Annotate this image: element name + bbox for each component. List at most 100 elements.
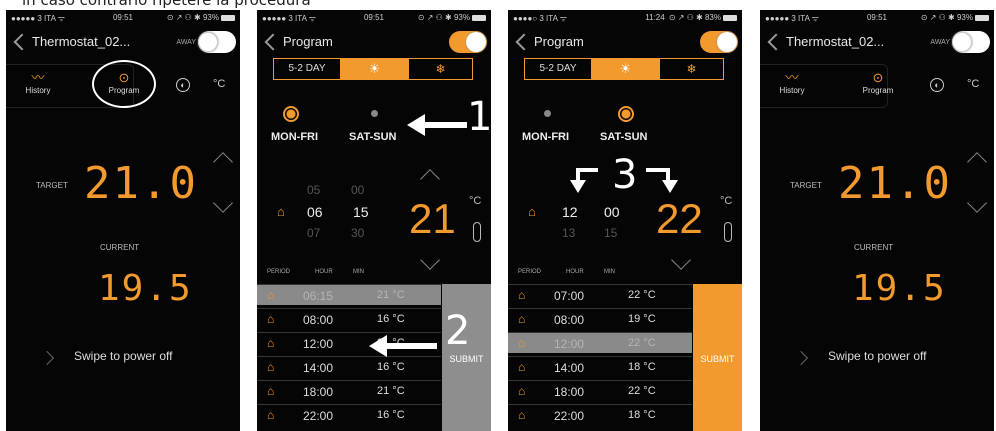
status-icons: ⊙ ↗ ⚇ ✱ 83% <box>669 13 737 22</box>
home-icon: ⌂ <box>518 288 526 302</box>
radio-sat-sun[interactable] <box>618 106 634 122</box>
min-prev: 00 <box>351 183 365 197</box>
temp-down-icon[interactable] <box>420 250 440 270</box>
battery-icon <box>221 14 235 21</box>
tab-bar: 〰 History ⊙ Program ◐ °C <box>6 60 240 114</box>
tab-history[interactable]: 〰 History <box>10 70 66 95</box>
temp-up-icon[interactable] <box>420 169 440 189</box>
hour-prev: 05 <box>307 183 321 197</box>
min-next: 30 <box>351 226 365 240</box>
home-icon: ⌂ <box>267 336 275 350</box>
min-value[interactable]: 15 <box>353 204 369 220</box>
mon-fri-label: MON-FRI <box>271 131 319 143</box>
mon-fri-label: MON-FRI <box>522 131 570 143</box>
schedule-row[interactable]: ⌂ 07:00 22 °C <box>508 284 692 305</box>
away-label: AWAY <box>176 39 196 46</box>
decrease-arrow-icon[interactable] <box>213 193 233 213</box>
sat-sun-label: SAT-SUN <box>349 131 397 143</box>
compass-icon[interactable]: ◐ <box>176 78 190 92</box>
schedule-row[interactable]: ⌂ 18:00 21 °C <box>257 380 441 401</box>
toggle-knob <box>717 32 737 52</box>
back-icon[interactable] <box>264 33 282 51</box>
back-icon[interactable] <box>767 33 785 51</box>
sat-sun-label: SAT-SUN <box>600 131 648 143</box>
toggle-knob <box>466 32 486 52</box>
tab-5-2-day[interactable]: 5-2 DAY <box>274 59 340 79</box>
chevron-right-icon <box>39 350 55 366</box>
schedule-row[interactable]: ⌂ 06:15 21 °C <box>257 284 441 305</box>
schedule-row[interactable]: ⌂ 08:00 19 °C <box>508 308 692 329</box>
thermometer-icon <box>473 222 481 242</box>
increase-arrow-icon[interactable] <box>967 152 987 172</box>
mode-selector: 5-2 DAY ☀ ❄ <box>524 58 724 80</box>
program-screen: ●●●●● 3 ITA ᯤ 09:51 ⊙ ↗ ⚇ ✱ 93% Program … <box>257 10 491 431</box>
submit-button[interactable]: SUBMIT <box>442 284 491 431</box>
program-toggle[interactable] <box>449 31 487 53</box>
hour-header: HOUR <box>566 269 584 275</box>
radio-mon-fri[interactable] <box>544 110 551 117</box>
schedule-row[interactable]: ⌂ 22:00 16 °C <box>257 404 441 425</box>
snowflake-icon[interactable]: ❄ <box>408 59 472 79</box>
history-icon: 〰 <box>31 70 45 85</box>
schedule-row[interactable]: ⌂ 12:00 22 °C <box>508 332 692 353</box>
min-header: MIN <box>353 269 364 275</box>
home-icon: ⌂ <box>518 360 526 374</box>
home-icon: ⌂ <box>277 204 285 219</box>
annotation-arrowhead-right <box>662 180 678 193</box>
tab-5-2-day[interactable]: 5-2 DAY <box>525 59 591 79</box>
unit-label: °C <box>967 78 980 90</box>
tab-history-label: History <box>25 86 51 95</box>
snowflake-icon[interactable]: ❄ <box>659 59 723 79</box>
battery-icon <box>472 14 486 21</box>
navbar: Program <box>257 28 491 62</box>
submit-button[interactable]: SUBMIT <box>693 284 742 431</box>
program-toggle[interactable] <box>700 31 738 53</box>
current-label: CURRENT <box>854 243 894 252</box>
target-value: 21.0 <box>838 158 952 209</box>
battery-icon <box>723 14 737 21</box>
temp-value: 22 <box>656 195 703 242</box>
radio-sat-sun[interactable] <box>371 110 378 117</box>
target-label: TARGET <box>790 181 822 190</box>
schedule-row[interactable]: ⌂ 14:00 16 °C <box>257 356 441 377</box>
sun-icon[interactable]: ☀ <box>591 59 659 79</box>
temp-down-icon[interactable] <box>671 250 691 270</box>
home-icon: ⌂ <box>267 288 275 302</box>
target-label: TARGET <box>36 181 68 190</box>
increase-arrow-icon[interactable] <box>213 152 233 172</box>
program-screen: ●●●●○ 3 ITA ᯤ 11:24 ⊙ ↗ ⚇ ✱ 83% Program … <box>508 10 742 431</box>
back-icon[interactable] <box>13 33 31 51</box>
status-bar: ●●●●● 3 ITA ᯤ 09:51 ⊙ ↗ ⚇ ✱ 93% <box>6 10 240 26</box>
decrease-arrow-icon[interactable] <box>967 193 987 213</box>
schedule-row[interactable]: ⌂ 14:00 18 °C <box>508 356 692 377</box>
min-next: 15 <box>604 226 618 240</box>
swipe-to-power-off[interactable]: Swipe to power off <box>74 349 173 363</box>
tab-history[interactable]: 〰 History <box>764 70 820 95</box>
compass-icon[interactable]: ◐ <box>930 78 944 92</box>
schedule-row[interactable]: ⌂ 22:00 18 °C <box>508 404 692 425</box>
thermostat-screen: ●●●●● 3 ITA ᯤ 09:51 ⊙ ↗ ⚇ ✱ 93% Thermost… <box>6 10 240 431</box>
caption: in caso contrario ripetere la procedura <box>22 0 311 9</box>
annotation-1: 1 <box>467 94 491 140</box>
back-icon[interactable] <box>515 33 533 51</box>
unit-label: °C <box>469 195 482 207</box>
min-header: MIN <box>604 269 615 275</box>
radio-mon-fri[interactable] <box>283 106 299 122</box>
tab-program-label: Program <box>862 86 894 95</box>
home-icon: ⌂ <box>518 312 526 326</box>
sun-icon[interactable]: ☀ <box>340 59 408 79</box>
schedule-row[interactable]: ⌂ 18:00 22 °C <box>508 380 692 401</box>
schedule-list: ⌂06:1521 °C ⌂08:0016 °C ⌂12:0021 °C ⌂14:… <box>257 284 441 431</box>
tab-program[interactable]: ⊙ Program <box>850 70 906 95</box>
swipe-to-power-off[interactable]: Swipe to power off <box>828 349 927 363</box>
schedule-row[interactable]: ⌂ 08:00 16 °C <box>257 308 441 329</box>
away-toggle[interactable] <box>198 31 236 53</box>
thermostat-screen: ●●●●● 3 ITA ᯤ 09:51 ⊙ ↗ ⚇ ✱ 93% Thermost… <box>760 10 994 431</box>
hour-value[interactable]: 06 <box>307 204 323 220</box>
status-icons: ⊙ ↗ ⚇ ✱ 93% <box>418 13 486 22</box>
min-value[interactable]: 00 <box>604 204 620 220</box>
program-icon: ⊙ <box>872 70 884 85</box>
away-toggle[interactable] <box>952 31 990 53</box>
temp-value: 21 <box>409 195 456 242</box>
hour-value[interactable]: 12 <box>562 204 578 220</box>
